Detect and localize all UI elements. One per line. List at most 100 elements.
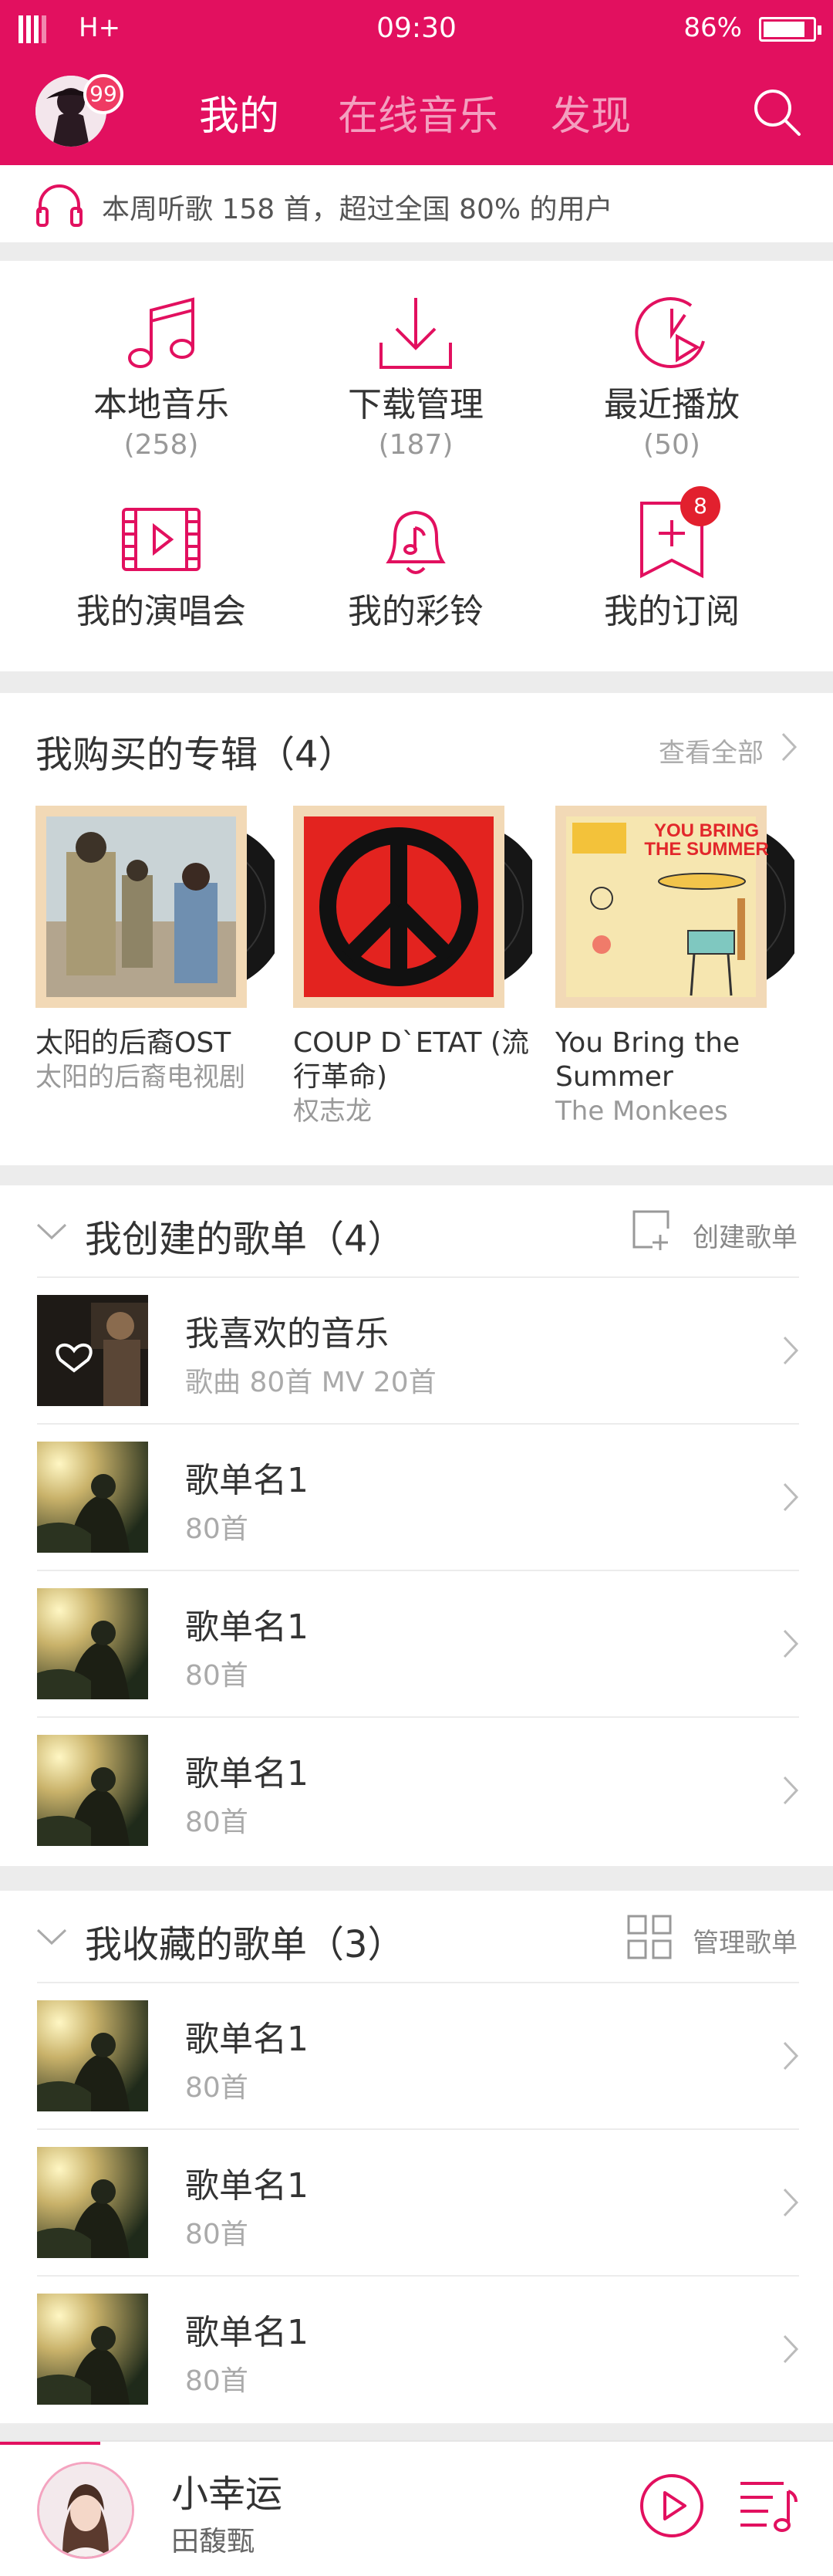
playlist-meta: 80首: [185, 1513, 248, 1545]
my-ringtones-label: 我的彩铃: [348, 592, 484, 631]
search-icon[interactable]: [751, 86, 802, 137]
chevron-right-icon: [783, 2334, 799, 2364]
playlist-meta: 80首: [185, 1660, 248, 1692]
playlist-row[interactable]: 歌单名1 80首: [0, 2130, 833, 2277]
album-artist: 太阳的后裔电视剧: [35, 1062, 245, 1093]
album-artist: 权志龙: [293, 1096, 372, 1127]
playlist-row[interactable]: 歌单名1 80首: [0, 1571, 833, 1718]
playlist-title: 歌单名1: [185, 1607, 309, 1647]
playlist-thumbnail: [37, 1295, 148, 1406]
album-cover: YOU BRING THE SUMMER: [555, 806, 794, 1008]
playlist-title: 歌单名1: [185, 2166, 309, 2206]
playlist-title: 歌单名1: [185, 2313, 309, 2352]
album-name: COUP D`ETAT (流行革命): [293, 1027, 529, 1093]
quick-access-grid: 本地音乐 (258) 下载管理 (187) 最近播放 (50) 我的演唱会 我的…: [0, 261, 833, 671]
svg-text:YOU BRING: YOU BRING: [654, 820, 759, 841]
app-header: H+ 09:30 86% 99 我的 在线音乐 发现: [0, 0, 833, 165]
playlist-row[interactable]: 我喜欢的音乐 歌曲 80首 MV 20首: [0, 1278, 833, 1425]
playlist-meta: 80首: [185, 1807, 248, 1838]
playlist-row[interactable]: 歌单名1 80首: [0, 1425, 833, 1571]
download-manager-entry[interactable]: 下载管理 (187): [288, 292, 543, 461]
my-ringtones-entry[interactable]: 我的彩铃: [288, 499, 543, 633]
tab-mine[interactable]: 我的: [199, 83, 279, 141]
playlist-thumbnail: [37, 2147, 148, 2258]
my-subscriptions-label: 我的订阅: [604, 592, 740, 631]
chevron-down-icon[interactable]: [35, 1928, 68, 1946]
battery-percent: 86%: [683, 12, 742, 43]
playlist-meta: 80首: [185, 2072, 248, 2104]
chevron-right-icon: [783, 1482, 799, 1512]
created-playlists-header[interactable]: 我创建的歌单（4） 创建歌单: [0, 1185, 833, 1278]
album-artist: The Monkees: [555, 1096, 728, 1127]
album-cover: [293, 806, 532, 1008]
add-playlist-icon[interactable]: [629, 1209, 673, 1252]
album-cover: [35, 806, 275, 1008]
chevron-right-icon: [783, 1629, 799, 1658]
playlist-title: 歌单名1: [185, 2020, 309, 2059]
local-music-entry[interactable]: 本地音乐 (258): [34, 292, 288, 461]
recent-played-entry[interactable]: 最近播放 (50): [545, 292, 799, 461]
playlist-title: 我喜欢的音乐: [185, 1314, 389, 1354]
playlist-row[interactable]: 歌单名1 80首: [0, 1718, 833, 1864]
playlist-thumbnail: [37, 2000, 148, 2111]
tab-discover[interactable]: 发现: [551, 83, 631, 141]
chevron-right-icon: [783, 1336, 799, 1365]
local-music-count: (258): [123, 429, 199, 461]
now-playing-artist: 田馥甄: [171, 2526, 255, 2557]
collected-playlists-section: 我收藏的歌单（3） 管理歌单 歌单名1 80首 歌单名1 80首 歌单名1 80…: [0, 1891, 833, 2423]
grid-manage-icon[interactable]: [626, 1914, 673, 1960]
see-all-link[interactable]: 查看全部: [659, 732, 764, 769]
svg-text:THE SUMMER: THE SUMMER: [644, 839, 768, 860]
manage-playlists-button[interactable]: 管理歌单: [693, 1922, 798, 1959]
playlist-thumbnail: [37, 1442, 148, 1553]
clock-play-icon: [629, 292, 714, 377]
create-playlist-button[interactable]: 创建歌单: [693, 1216, 798, 1254]
now-playing-cover[interactable]: [37, 2462, 134, 2559]
album-card[interactable]: YOU BRING THE SUMMER You Bring the Summe…: [555, 806, 794, 1128]
my-concerts-entry[interactable]: 我的演唱会: [34, 499, 288, 633]
album-name: You Bring the Summer: [555, 1027, 740, 1093]
playlist-meta: 80首: [185, 2219, 248, 2250]
playlist-row[interactable]: 歌单名1 80首: [0, 2277, 833, 2423]
download-manager-label: 下载管理: [348, 385, 484, 424]
recent-played-label: 最近播放: [604, 385, 740, 424]
purchased-albums-title: 我购买的专辑（4）: [35, 733, 356, 776]
listening-stats-text: 本周听歌 158 首，超过全国 80% 的用户: [102, 194, 613, 225]
playlist-thumbnail: [37, 2294, 148, 2405]
download-icon: [373, 292, 458, 377]
tab-online-music[interactable]: 在线音乐: [338, 83, 498, 141]
status-bar: H+ 09:30 86%: [0, 0, 833, 60]
notification-badge: 99: [83, 74, 123, 114]
chevron-down-icon[interactable]: [35, 1222, 68, 1241]
mini-player[interactable]: 小幸运 田馥甄: [0, 2440, 833, 2576]
bookmark-add-icon: 8: [629, 486, 720, 583]
my-concerts-label: 我的演唱会: [76, 592, 246, 631]
music-note-icon: [119, 292, 204, 377]
playlist-queue-icon[interactable]: [737, 2476, 799, 2537]
album-name: 太阳的后裔OST: [35, 1027, 231, 1059]
playlist-meta: 歌曲 80首 MV 20首: [185, 1367, 437, 1398]
playlist-title: 歌单名1: [185, 1461, 309, 1500]
my-subscriptions-entry[interactable]: 8 我的订阅: [545, 486, 799, 633]
collected-playlists-header[interactable]: 我收藏的歌单（3） 管理歌单: [0, 1891, 833, 1983]
collected-playlists-title: 我收藏的歌单（3）: [85, 1923, 405, 1966]
playlist-row[interactable]: 歌单名1 80首: [0, 1983, 833, 2130]
listening-stats-banner: 本周听歌 158 首，超过全国 80% 的用户: [0, 165, 833, 242]
now-playing-title: 小幸运: [171, 2473, 283, 2516]
local-music-label: 本地音乐: [93, 385, 229, 424]
chevron-right-icon[interactable]: [781, 732, 798, 762]
chevron-right-icon: [783, 1776, 799, 1805]
chevron-right-icon: [783, 2041, 799, 2071]
headphones-icon: [35, 182, 83, 227]
album-card[interactable]: COUP D`ETAT (流行革命) 权志龙: [293, 806, 532, 1128]
album-card[interactable]: 太阳的后裔OST 太阳的后裔电视剧: [35, 806, 275, 1094]
battery-icon: [759, 17, 821, 42]
subscription-badge: 8: [680, 486, 720, 526]
created-playlists-title: 我创建的歌单（4）: [85, 1218, 405, 1261]
playback-progress: [0, 2442, 100, 2445]
created-playlists-section: 我创建的歌单（4） 创建歌单 我喜欢的音乐 歌曲 80首 MV 20首 歌单名1…: [0, 1185, 833, 1866]
playlist-thumbnail: [37, 1588, 148, 1699]
play-icon[interactable]: [639, 2473, 705, 2539]
playlist-meta: 80首: [185, 2365, 248, 2397]
recent-played-count: (50): [643, 429, 700, 461]
